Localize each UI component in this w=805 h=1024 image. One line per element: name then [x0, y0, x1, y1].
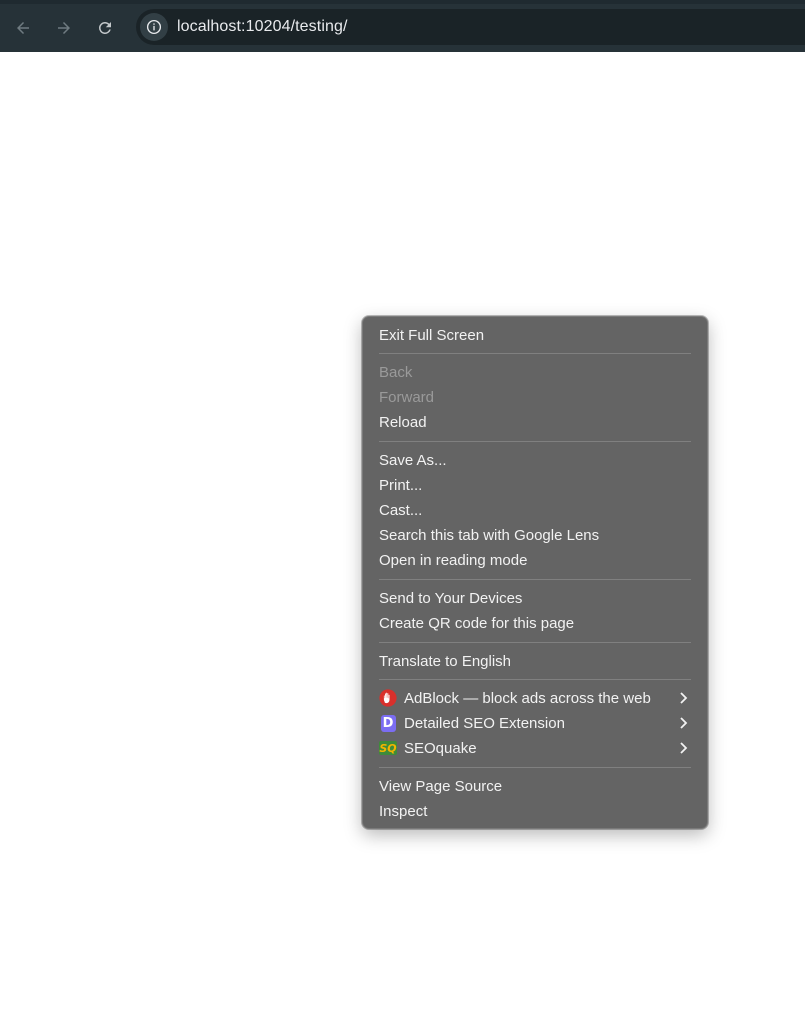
menu-item-send-to-devices[interactable]: Send to Your Devices [379, 586, 691, 610]
menu-item-save-as[interactable]: Save As... [379, 448, 691, 472]
menu-separator [379, 679, 691, 680]
menu-item-print[interactable]: Print... [379, 473, 691, 497]
browser-toolbar: localhost:10204/testing/ [0, 0, 805, 52]
back-button[interactable] [8, 13, 38, 43]
url-text[interactable]: localhost:10204/testing/ [177, 18, 348, 36]
menu-item-detailed-seo[interactable]: D Detailed SEO Extension [379, 711, 691, 735]
menu-item-label: Print... [379, 476, 423, 494]
menu-item-label: Create QR code for this page [379, 614, 575, 632]
reload-button[interactable] [90, 13, 120, 43]
detailed-seo-d-icon: D [379, 714, 397, 732]
site-info-button[interactable] [140, 13, 168, 41]
menu-item-label: Exit Full Screen [379, 326, 485, 344]
menu-item-label: View Page Source [379, 777, 503, 795]
address-bar[interactable]: localhost:10204/testing/ [136, 9, 805, 45]
seoquake-sq-icon: SQ [379, 739, 397, 757]
reload-icon [98, 21, 111, 34]
seoquake-icon-letters: SQ [379, 741, 397, 755]
menu-item-label: Detailed SEO Extension [404, 714, 565, 732]
chevron-right-icon [680, 742, 688, 754]
menu-separator [379, 642, 691, 643]
chevron-right-icon [680, 692, 688, 704]
menu-item-forward[interactable]: Forward [379, 385, 691, 409]
menu-item-label: Save As... [379, 451, 447, 469]
menu-item-label: Translate to English [379, 652, 512, 670]
menu-item-label: Cast... [379, 501, 423, 519]
menu-item-label: Open in reading mode [379, 551, 528, 569]
menu-item-exit-full-screen[interactable]: Exit Full Screen [379, 323, 691, 347]
menu-separator [379, 353, 691, 354]
forward-button[interactable] [49, 13, 79, 43]
menu-separator [379, 579, 691, 580]
menu-item-label: SEOquake [404, 739, 477, 757]
menu-item-cast[interactable]: Cast... [379, 498, 691, 522]
chevron-right-icon [680, 717, 688, 729]
menu-item-label: Send to Your Devices [379, 589, 523, 607]
detailed-seo-icon-letter: D [380, 714, 396, 732]
arrow-left-icon [17, 22, 29, 34]
menu-item-reload[interactable]: Reload [379, 410, 691, 434]
info-circle-icon [146, 19, 162, 35]
menu-item-label: Back [379, 363, 413, 381]
menu-item-seoquake[interactable]: SQ SEOquake [379, 736, 691, 760]
menu-separator [379, 767, 691, 768]
menu-item-label: Inspect [379, 802, 428, 820]
menu-item-inspect[interactable]: Inspect [379, 799, 691, 823]
arrow-right-icon [58, 22, 70, 34]
menu-separator [379, 441, 691, 442]
menu-item-reading-mode[interactable]: Open in reading mode [379, 548, 691, 572]
menu-item-label: Search this tab with Google Lens [379, 526, 600, 544]
menu-item-label: AdBlock — block ads across the web [404, 689, 651, 707]
menu-item-label: Forward [379, 388, 435, 406]
context-menu: Exit Full Screen Back Forward Reload Sav… [362, 316, 708, 829]
adblock-hand-icon [379, 689, 397, 707]
menu-item-back[interactable]: Back [379, 360, 691, 384]
menu-item-search-google-lens[interactable]: Search this tab with Google Lens [379, 523, 691, 547]
menu-item-adblock[interactable]: AdBlock — block ads across the web [379, 686, 691, 710]
menu-item-translate[interactable]: Translate to English [379, 649, 691, 673]
menu-item-view-page-source[interactable]: View Page Source [379, 774, 691, 798]
menu-item-label: Reload [379, 413, 427, 431]
menu-item-create-qr-code[interactable]: Create QR code for this page [379, 611, 691, 635]
